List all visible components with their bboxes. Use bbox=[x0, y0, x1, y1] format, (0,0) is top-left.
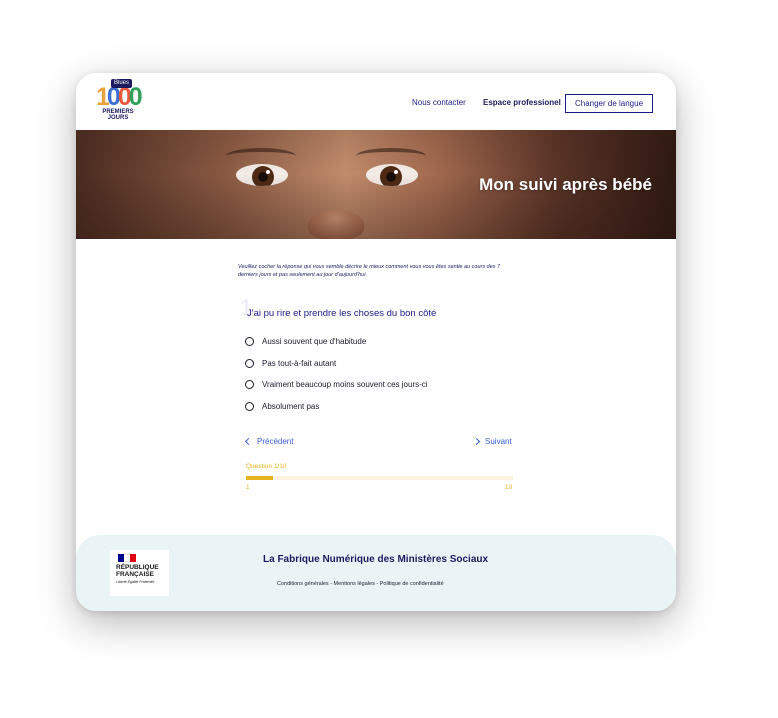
chevron-right-icon bbox=[472, 437, 481, 446]
radio-button[interactable] bbox=[245, 358, 254, 368]
logo-tag: Blues bbox=[111, 79, 133, 88]
answer-option[interactable]: Pas tout-à-fait autant bbox=[245, 357, 336, 369]
answer-label: Pas tout-à-fait autant bbox=[262, 358, 337, 368]
progress-min-label: 1 bbox=[246, 484, 250, 491]
questionnaire-intro: Veuillez cocher la réponse qui vous semb… bbox=[238, 264, 501, 278]
progress-bar-fill bbox=[246, 476, 273, 480]
nav-contact-link[interactable]: Nous contacter bbox=[412, 98, 466, 108]
logo-subtitle: PREMIERS JOURS bbox=[96, 109, 140, 121]
next-label: Suivant bbox=[485, 437, 512, 446]
radio-button[interactable] bbox=[245, 336, 254, 346]
progress-max-label: 10 bbox=[505, 484, 513, 491]
answer-option[interactable]: Aussi souvent que d'habitude bbox=[245, 335, 366, 347]
hero-banner: Mon suivi après bébé bbox=[76, 130, 676, 239]
chevron-left-icon bbox=[244, 437, 253, 446]
answer-label: Absolument pas bbox=[262, 401, 320, 411]
logo-digit: 1 bbox=[96, 83, 110, 111]
previous-label: Précédent bbox=[257, 437, 294, 446]
republique-francaise-title: RÉPUBLIQUE FRANÇAISE bbox=[116, 564, 168, 578]
page-title: Mon suivi après bébé bbox=[479, 175, 652, 194]
answer-label: Aussi souvent que d'habitude bbox=[262, 336, 367, 346]
answer-label: Vraiment beaucoup moins souvent ces jour… bbox=[262, 379, 428, 389]
republique-francaise-logo[interactable]: RÉPUBLIQUE FRANÇAISE Liberté Égalité Fra… bbox=[110, 550, 169, 596]
site-header: 1000 Blues PREMIERS JOURS Nous contacter… bbox=[76, 73, 676, 130]
app-window: 1000 Blues PREMIERS JOURS Nous contacter… bbox=[76, 73, 676, 611]
republic-line: RÉPUBLIQUE bbox=[116, 564, 159, 571]
footer-title: La Fabrique Numérique des Ministères Soc… bbox=[263, 554, 489, 565]
nav-pro-space-link[interactable]: Espace professionel bbox=[483, 98, 561, 108]
radio-button[interactable] bbox=[245, 379, 254, 389]
french-flag-icon bbox=[118, 554, 136, 562]
answer-option[interactable]: Vraiment beaucoup moins souvent ces jour… bbox=[245, 378, 428, 390]
radio-button[interactable] bbox=[245, 401, 254, 411]
previous-button[interactable]: Précédent bbox=[244, 437, 294, 446]
progress-label: Question 1/10 bbox=[246, 463, 287, 470]
progress-bar bbox=[246, 476, 513, 480]
question-title: J'ai pu rire et prendre les choses du bo… bbox=[247, 308, 437, 319]
logo-line: JOURS bbox=[107, 115, 129, 121]
republique-motto: Liberté Égalité Fraternité bbox=[116, 580, 155, 584]
site-logo[interactable]: 1000 Blues PREMIERS JOURS bbox=[96, 79, 143, 127]
change-language-button[interactable]: Changer de langue bbox=[565, 94, 653, 113]
footer-legal-links[interactable]: Conditions générales - Mentions légales … bbox=[277, 581, 444, 587]
next-button[interactable]: Suivant bbox=[472, 437, 512, 446]
answer-option[interactable]: Absolument pas bbox=[245, 400, 319, 412]
republic-line: FRANÇAISE bbox=[116, 571, 154, 578]
site-footer: RÉPUBLIQUE FRANÇAISE Liberté Égalité Fra… bbox=[76, 535, 676, 611]
